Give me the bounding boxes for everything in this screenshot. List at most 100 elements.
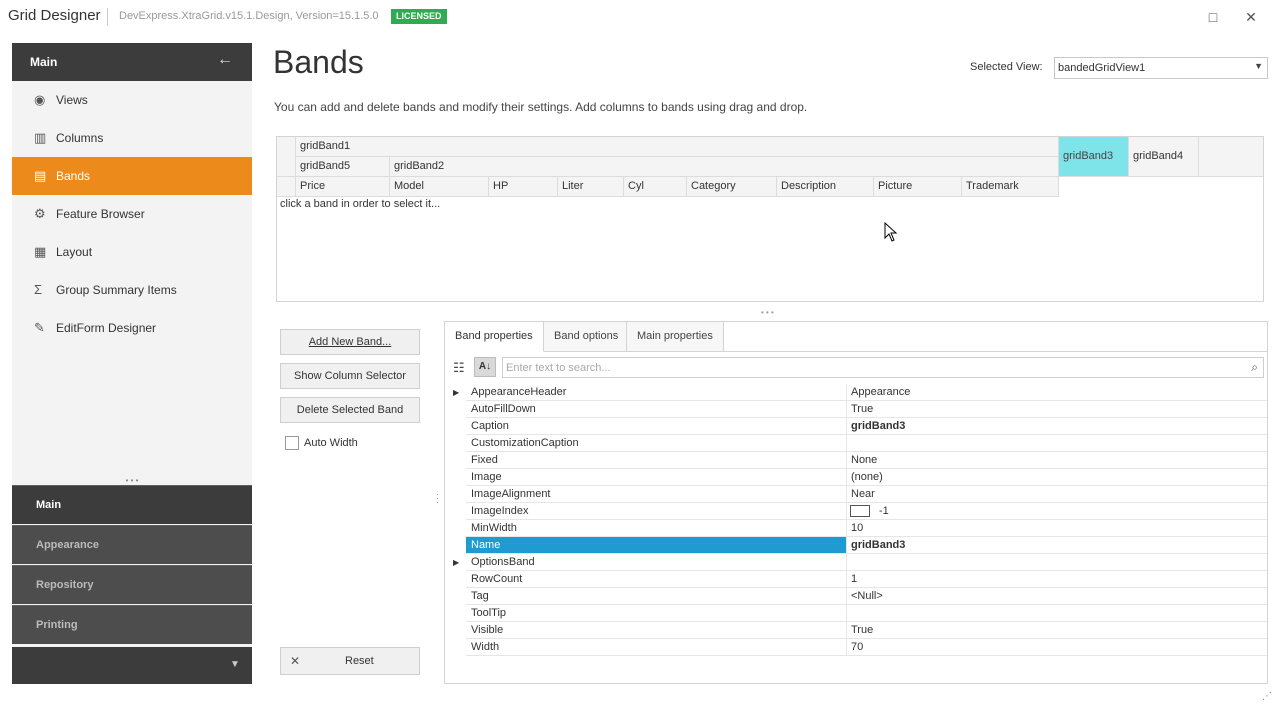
column-header[interactable]: Picture (874, 177, 962, 197)
group-main[interactable]: Main (12, 485, 252, 524)
property-row[interactable]: OptionsBand (466, 554, 1267, 571)
expand-arrow-icon[interactable]: ▶ (453, 388, 459, 397)
close-icon[interactable]: ✕ (1242, 8, 1260, 26)
vertical-splitter-grip[interactable]: · · · (436, 490, 439, 507)
property-row[interactable]: Fixed None (466, 452, 1267, 469)
group-overflow[interactable]: ▼ (12, 647, 252, 684)
property-row[interactable]: ImageIndex -1 (466, 503, 1267, 520)
splitter-grip[interactable]: • • • (761, 308, 774, 317)
group-appearance[interactable]: Appearance (12, 525, 252, 564)
column-header[interactable]: Price (296, 177, 390, 197)
property-row[interactable]: ToolTip (466, 605, 1267, 622)
sidebar-header: Main ← (12, 43, 252, 81)
property-search-input[interactable]: Enter text to search... ⌕ (502, 357, 1264, 378)
maximize-icon[interactable]: □ (1204, 8, 1222, 26)
tab-strip-filler (724, 322, 1267, 352)
property-value[interactable]: <Null> (848, 588, 883, 604)
sidebar-item-bands[interactable]: ▤ Bands (12, 157, 252, 195)
tab-band-properties[interactable]: Band properties (445, 322, 544, 352)
column-header[interactable]: Model (390, 177, 489, 197)
property-row-selected[interactable]: Name gridBand3 (466, 537, 1267, 554)
sidebar-item-group-summary[interactable]: Σ Group Summary Items (12, 271, 252, 309)
property-name: OptionsBand (466, 554, 847, 570)
sidebar-item-editform-designer[interactable]: ✎ EditForm Designer (12, 309, 252, 347)
sidebar-item-label: Bands (56, 169, 91, 183)
sidebar-item-feature-browser[interactable]: ⚙ Feature Browser (12, 195, 252, 233)
add-new-band-button[interactable]: Add New Band... (280, 329, 420, 355)
band-header[interactable]: gridBand2 (390, 157, 1059, 177)
property-value[interactable]: 70 (848, 639, 863, 655)
property-value[interactable]: (none) (848, 469, 883, 485)
property-value[interactable]: gridBand3 (848, 537, 905, 553)
sort-alphabetical-icon[interactable]: A↓ (474, 357, 496, 377)
sidebar-item-views[interactable]: ◉ Views (12, 81, 252, 119)
column-header[interactable]: Description (777, 177, 874, 197)
property-value[interactable]: Appearance (848, 384, 910, 400)
auto-width-checkbox[interactable] (285, 436, 299, 450)
property-value[interactable] (848, 435, 851, 451)
sidebar-item-label: EditForm Designer (56, 321, 157, 335)
column-header[interactable]: Trademark (962, 177, 1059, 197)
reset-label: Reset (345, 655, 374, 667)
property-name: Tag (466, 588, 847, 604)
categorized-icon[interactable]: ☷ (453, 360, 465, 376)
tab-main-properties[interactable]: Main properties (627, 322, 724, 352)
property-value[interactable]: 1 (848, 571, 857, 587)
expand-arrow-icon[interactable]: ▶ (453, 558, 459, 567)
property-name: Fixed (466, 452, 847, 468)
property-value[interactable]: Near (848, 486, 875, 502)
group-repository[interactable]: Repository (12, 565, 252, 604)
title-separator (107, 8, 108, 26)
property-row[interactable]: ImageAlignment Near (466, 486, 1267, 503)
property-value[interactable]: gridBand3 (848, 418, 905, 434)
band-header[interactable]: gridBand1 (296, 137, 1059, 157)
property-row[interactable]: Tag <Null> (466, 588, 1267, 605)
sidebar-item-layout[interactable]: ▦ Layout (12, 233, 252, 271)
band-header-selected[interactable]: gridBand3 (1059, 137, 1129, 177)
group-printing[interactable]: Printing (12, 605, 252, 644)
sidebar-item-label: Group Summary Items (56, 283, 177, 297)
chevron-down-icon[interactable]: ▼ (1254, 61, 1263, 71)
column-header[interactable]: Cyl (624, 177, 687, 197)
property-value[interactable]: -1 (876, 503, 889, 519)
selected-view-dropdown[interactable]: bandedGridView1 ▼ (1054, 57, 1268, 79)
chevron-down-icon[interactable]: ▼ (230, 659, 240, 670)
property-value[interactable]: 10 (848, 520, 863, 536)
reset-button[interactable]: ✕ Reset (280, 647, 420, 675)
property-value[interactable]: None (848, 452, 877, 468)
property-name: ImageIndex (466, 503, 847, 519)
sidebar-item-columns[interactable]: ▥ Columns (12, 119, 252, 157)
band-header[interactable]: gridBand5 (296, 157, 390, 177)
search-placeholder: Enter text to search... (506, 362, 611, 374)
band-header[interactable]: gridBand4 (1129, 137, 1199, 177)
property-value[interactable]: True (848, 401, 873, 417)
property-row[interactable]: AppearanceHeader Appearance (466, 384, 1267, 401)
property-name: ImageAlignment (466, 486, 847, 502)
layout-icon: ▦ (34, 244, 47, 259)
property-value[interactable] (848, 554, 851, 570)
group-label: Repository (36, 579, 94, 591)
grid-hint: click a band in order to select it... (280, 198, 441, 210)
property-row[interactable]: Visible True (466, 622, 1267, 639)
property-row[interactable]: CustomizationCaption (466, 435, 1267, 452)
sidebar-item-label: Views (56, 93, 88, 107)
column-header[interactable]: Liter (558, 177, 624, 197)
property-row[interactable]: Width 70 (466, 639, 1267, 656)
search-icon[interactable]: ⌕ (1251, 360, 1258, 375)
tab-band-options[interactable]: Band options (544, 322, 627, 352)
sidebar-item-label: Layout (56, 245, 93, 259)
property-name: Image (466, 469, 847, 485)
property-value[interactable]: True (848, 622, 873, 638)
property-row[interactable]: Image (none) (466, 469, 1267, 486)
resize-grip-icon[interactable]: ⋰ (1262, 691, 1272, 702)
property-row[interactable]: Caption gridBand3 (466, 418, 1267, 435)
delete-selected-band-button[interactable]: Delete Selected Band (280, 397, 420, 423)
property-value[interactable] (848, 605, 851, 621)
column-header[interactable]: Category (687, 177, 777, 197)
property-row[interactable]: RowCount 1 (466, 571, 1267, 588)
property-row[interactable]: AutoFillDown True (466, 401, 1267, 418)
back-arrow-icon[interactable]: ← (217, 51, 233, 69)
property-row[interactable]: MinWidth 10 (466, 520, 1267, 537)
column-header[interactable]: HP (489, 177, 558, 197)
show-column-selector-button[interactable]: Show Column Selector (280, 363, 420, 389)
